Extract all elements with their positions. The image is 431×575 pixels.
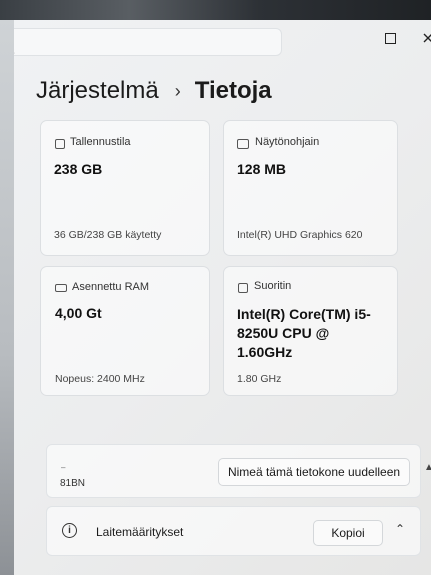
device-name: 81BN — [60, 478, 86, 489]
ram-title: Asennettu RAM — [72, 281, 150, 293]
ram-card: Asennettu RAM 4,00 Gt Nopeus: 2400 MHz — [40, 266, 210, 396]
storage-usage: 36 GB/238 GB käytetty — [54, 229, 162, 241]
close-button[interactable] — [414, 26, 431, 50]
maximize-button[interactable] — [376, 26, 404, 50]
cpu-value: Intel(R) Core(TM) i5-8250U CPU @ 1.60GHz — [237, 306, 371, 360]
storage-title: Tallennustila — [70, 136, 131, 148]
storage-icon — [55, 139, 65, 149]
processor-icon — [238, 283, 248, 293]
rename-pc-button[interactable]: Nimeä tämä tietokone uudelleen — [218, 458, 410, 486]
maximize-icon — [384, 32, 396, 44]
page-title: Tietoja — [194, 77, 272, 104]
breadcrumb: Järjestelmä › Tietoja — [36, 74, 272, 108]
device-dash: – — [61, 463, 66, 472]
gpu-value: 128 MB — [237, 161, 287, 177]
gpu-card: Näytönohjain 128 MB Intel(R) UHD Graphic… — [223, 120, 398, 256]
search-input[interactable] — [0, 28, 282, 56]
chevron-up-icon[interactable]: ⌃ — [395, 522, 405, 536]
cpu-card: Suoritin Intel(R) Core(TM) i5-8250U CPU … — [223, 266, 398, 396]
storage-value: 238 GB — [54, 161, 103, 177]
copy-button[interactable]: Kopioi — [313, 520, 383, 546]
settings-window: us Järjestelmä › Tietoja Tallennustila 2… — [0, 20, 431, 575]
display-adapter-icon — [237, 139, 249, 149]
info-icon: i — [62, 523, 77, 538]
ram-icon — [55, 284, 67, 292]
scroll-up-icon[interactable]: ▲ — [424, 462, 431, 473]
close-icon — [423, 33, 431, 43]
title-bar — [0, 20, 431, 60]
ram-speed: Nopeus: 2400 MHz — [55, 373, 145, 385]
ram-value: 4,00 Gt — [55, 305, 102, 321]
gpu-title: Näytönohjain — [255, 136, 320, 148]
cpu-title: Suoritin — [254, 280, 292, 292]
cpu-speed: 1.80 GHz — [237, 373, 282, 385]
gpu-model: Intel(R) UHD Graphics 620 — [237, 229, 363, 241]
left-edge — [0, 20, 14, 575]
breadcrumb-parent[interactable]: Järjestelmä — [36, 77, 159, 105]
chevron-right-icon: › — [174, 80, 181, 101]
device-specs-label: Laitemääritykset — [96, 525, 184, 539]
storage-card: Tallennustila 238 GB 36 GB/238 GB käytet… — [40, 120, 210, 256]
